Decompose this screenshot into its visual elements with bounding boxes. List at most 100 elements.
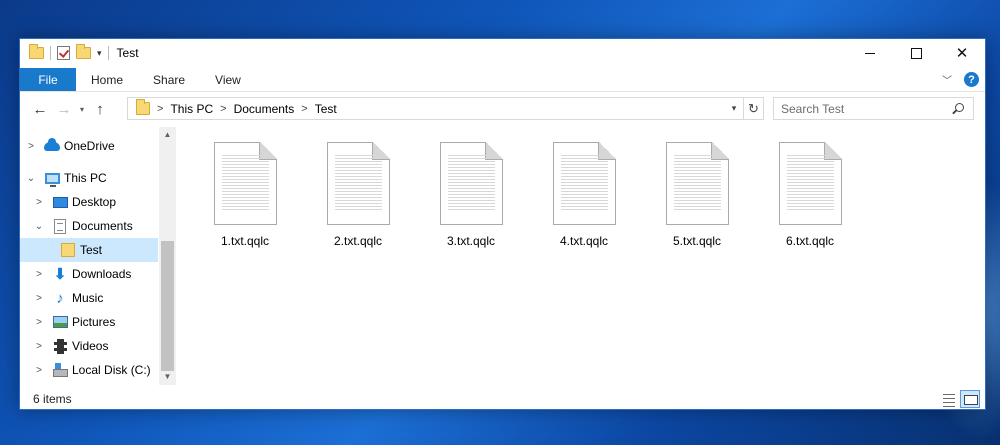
file-explorer-window: ▾ Test ✕ File Home Share View ﹀ ? ← → ▾ … <box>19 38 986 410</box>
refresh-icon[interactable]: ↻ <box>743 98 763 119</box>
file-name: 2.txt.qqlc <box>333 234 383 248</box>
file-name: 6.txt.qqlc <box>785 234 835 248</box>
expand-chevron-icon[interactable]: > <box>34 317 44 328</box>
ribbon-tabs: File Home Share View ﹀ ? <box>20 68 985 92</box>
file-item[interactable]: 2.txt.qqlc <box>293 137 393 259</box>
sidebar-item-pictures[interactable]: > Pictures <box>20 310 158 334</box>
file-item[interactable]: 1.txt.qqlc <box>180 137 280 259</box>
onedrive-icon <box>44 137 60 153</box>
sidebar-item-label: Local Disk (C:) <box>72 363 151 377</box>
sidebar-item-documents[interactable]: ⌄ Documents <box>20 214 158 238</box>
window-title: Test <box>116 46 139 60</box>
large-icons-view-icon[interactable] <box>960 389 980 408</box>
tab-share[interactable]: Share <box>138 68 200 91</box>
collapse-chevron-icon[interactable]: ⌄ <box>34 221 44 232</box>
close-button[interactable]: ✕ <box>939 39 985 67</box>
tab-home[interactable]: Home <box>76 68 138 91</box>
address-bar-row: ← → ▾ ↑ > This PC > Documents > Test ▾ ↻ <box>20 96 985 122</box>
address-history-dropdown[interactable]: ▾ <box>725 103 743 114</box>
search-icon[interactable] <box>955 103 964 112</box>
sidebar-item-label: Downloads <box>72 267 132 281</box>
view-switcher <box>939 389 985 408</box>
folder-icon <box>136 99 150 115</box>
file-item[interactable]: 3.txt.qqlc <box>406 137 506 259</box>
navigation-pane-scrollbar[interactable]: ▲ ▼ <box>159 127 176 385</box>
sidebar-item-this-pc[interactable]: ⌄ This PC <box>20 166 158 190</box>
sidebar-item-label: Desktop <box>72 195 117 209</box>
text-document-icon <box>440 142 503 225</box>
back-button[interactable]: ← <box>28 101 52 118</box>
sidebar-item-local-disk[interactable]: > Local Disk (C:) <box>20 358 158 382</box>
details-view-icon[interactable] <box>939 389 957 408</box>
text-document-icon <box>214 142 277 225</box>
text-document-icon <box>666 142 729 225</box>
expand-chevron-icon[interactable]: > <box>34 269 44 280</box>
maximize-button[interactable] <box>893 39 939 67</box>
recent-locations-dropdown[interactable]: ▾ <box>76 105 88 114</box>
expand-chevron-icon[interactable]: > <box>34 197 44 208</box>
tab-view[interactable]: View <box>200 68 256 91</box>
text-document-icon <box>327 142 390 225</box>
scroll-down-arrow-icon[interactable]: ▼ <box>159 369 176 385</box>
address-bar[interactable]: > This PC > Documents > Test ▾ ↻ <box>127 97 764 120</box>
expand-chevron-icon[interactable]: > <box>34 293 44 304</box>
quick-access-toolbar: ▾ <box>20 44 109 60</box>
sidebar-item-label: Pictures <box>72 315 116 329</box>
breadcrumb-separator[interactable]: > <box>301 103 307 115</box>
file-name: 4.txt.qqlc <box>559 234 609 248</box>
music-icon: ♪ <box>56 289 64 307</box>
folder-icon <box>29 44 44 59</box>
breadcrumb-this-pc[interactable]: This PC <box>170 102 213 116</box>
documents-icon <box>52 218 68 234</box>
sidebar-item-label: Videos <box>72 339 109 353</box>
desktop-icon <box>52 195 68 209</box>
help-icon[interactable]: ? <box>964 72 979 87</box>
downloads-icon: ⬇ <box>53 265 67 283</box>
breadcrumb-separator[interactable]: > <box>157 103 163 115</box>
file-name: 3.txt.qqlc <box>446 234 496 248</box>
breadcrumb-documents[interactable]: Documents <box>234 102 295 116</box>
search-input[interactable] <box>781 101 951 116</box>
breadcrumb-test[interactable]: Test <box>315 102 337 116</box>
sidebar-item-onedrive[interactable]: > OneDrive <box>20 134 158 158</box>
sidebar-item-videos[interactable]: > Videos <box>20 334 158 358</box>
search-box[interactable] <box>773 97 974 120</box>
up-button[interactable]: ↑ <box>88 101 112 118</box>
sidebar-item-label: OneDrive <box>64 139 115 153</box>
expand-chevron-icon[interactable]: > <box>34 365 44 376</box>
scrollbar-thumb[interactable] <box>161 241 174 371</box>
sidebar-item-label: Music <box>72 291 104 305</box>
sidebar-item-music[interactable]: > ♪ Music <box>20 286 158 310</box>
file-list: 1.txt.qqlc 2.txt.qqlc 3.txt.qqlc 4.txt.q… <box>180 127 985 385</box>
customize-toolbar-dropdown-icon[interactable]: ▾ <box>97 48 102 59</box>
pictures-icon <box>52 315 68 329</box>
scroll-up-arrow-icon[interactable]: ▲ <box>159 127 176 143</box>
expand-chevron-icon[interactable]: > <box>26 141 36 152</box>
forward-button[interactable]: → <box>52 101 76 118</box>
file-item[interactable]: 5.txt.qqlc <box>632 137 732 259</box>
file-item[interactable]: 4.txt.qqlc <box>519 137 619 259</box>
toolbar-divider <box>50 46 51 60</box>
navigation-pane: > OneDrive ⌄ This PC > Desktop ⌄ Documen… <box>20 127 177 385</box>
expand-chevron-icon[interactable]: > <box>34 341 44 352</box>
sidebar-item-desktop[interactable]: > Desktop <box>20 190 158 214</box>
new-folder-icon[interactable] <box>76 44 91 59</box>
collapse-chevron-icon[interactable]: ⌄ <box>26 173 36 184</box>
tab-file[interactable]: File <box>20 68 76 91</box>
title-bar: ▾ Test ✕ <box>20 39 985 67</box>
expand-ribbon-chevron-down-icon[interactable]: ﹀ <box>942 72 952 87</box>
sidebar-item-downloads[interactable]: > ⬇ Downloads <box>20 262 158 286</box>
breadcrumb-separator[interactable]: > <box>220 103 226 115</box>
toolbar-divider <box>107 46 109 60</box>
videos-icon <box>52 338 68 354</box>
status-bar: 6 items <box>20 387 985 410</box>
sidebar-item-test[interactable]: Test <box>20 238 158 262</box>
properties-icon[interactable] <box>57 46 70 60</box>
window-controls: ✕ <box>847 39 985 67</box>
sidebar-item-label: This PC <box>64 171 107 185</box>
file-item[interactable]: 6.txt.qqlc <box>745 137 845 259</box>
local-disk-icon <box>52 363 68 377</box>
folder-icon <box>60 243 76 257</box>
file-name: 5.txt.qqlc <box>672 234 722 248</box>
minimize-button[interactable] <box>847 39 893 67</box>
